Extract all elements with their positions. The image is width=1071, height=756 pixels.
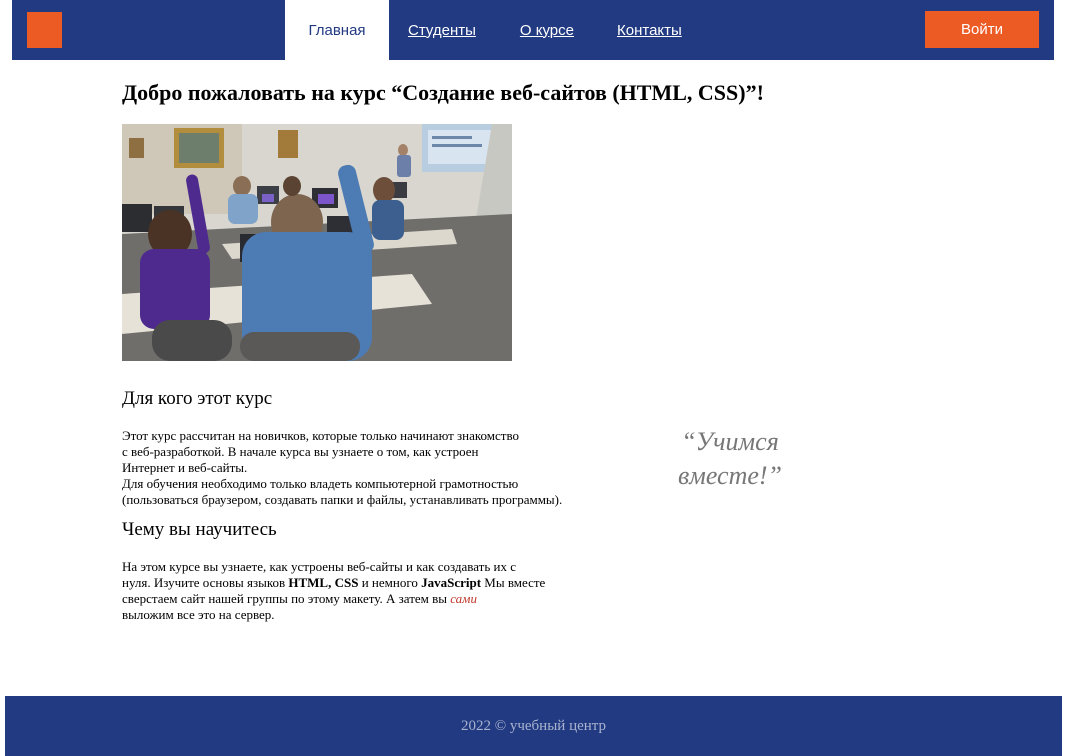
text-line: (пользоваться браузером, создавать папки… — [122, 492, 563, 507]
nav-item-contacts[interactable]: Контакты — [617, 0, 682, 60]
text-line: Интернет и веб-сайты. — [122, 460, 248, 475]
text-line: сверстаем сайт нашей группы по этому мак… — [122, 591, 545, 607]
text-line: выложим все это на сервер. — [122, 607, 275, 622]
nav-item-home[interactable]: Главная — [285, 0, 389, 60]
nav-item-about[interactable]: О курсе — [520, 0, 574, 60]
text-line: нуля. Изучите основы языков HTML, CSS и … — [122, 575, 545, 591]
main-nav: Главная Студенты О курсе Контакты — [285, 0, 682, 60]
quote-line: “Учимся — [681, 427, 779, 456]
section-title-audience: Для кого этот курс — [122, 388, 273, 409]
login-button[interactable]: Войти — [925, 11, 1039, 48]
text-line: Для обучения необходимо только владеть к… — [122, 476, 519, 491]
html-css-keyword: HTML, CSS — [288, 575, 359, 590]
logo[interactable] — [27, 12, 62, 48]
classroom-photo — [122, 124, 512, 361]
javascript-keyword: JavaScript — [421, 575, 482, 590]
text-line: Этот курс рассчитан на новичков, которые… — [122, 428, 520, 443]
accent-word: сами — [450, 591, 477, 606]
nav-item-students[interactable]: Студенты — [408, 0, 476, 60]
site-footer: 2022 © учебный центр — [5, 696, 1062, 756]
text-line: с веб-разработкой. В начале курса вы узн… — [122, 444, 479, 459]
site-header: Главная Студенты О курсе Контакты Войти — [12, 0, 1054, 60]
text-fragment: сверстаем сайт нашей группы по этому мак… — [122, 591, 451, 606]
motto-quote: “Учимся вместе!” — [640, 425, 820, 493]
page-title: Добро пожаловать на курс “Создание веб-с… — [122, 80, 764, 105]
text-fragment: нуля. Изучите основы языков — [122, 575, 289, 590]
text-fragment: Мы вместе — [481, 575, 546, 590]
section-title-skills: Чему вы научитесь — [122, 519, 277, 540]
section-text-skills: На этом курсе вы узнаете, как устроены в… — [122, 559, 545, 623]
text-fragment: и немного — [358, 575, 422, 590]
quote-line: вместе!” — [677, 461, 783, 490]
section-text-audience: Этот курс рассчитан на новичков, которые… — [122, 428, 562, 508]
text-line: На этом курсе вы узнаете, как устроены в… — [122, 559, 516, 574]
copyright-text: 2022 © учебный центр — [460, 718, 607, 734]
